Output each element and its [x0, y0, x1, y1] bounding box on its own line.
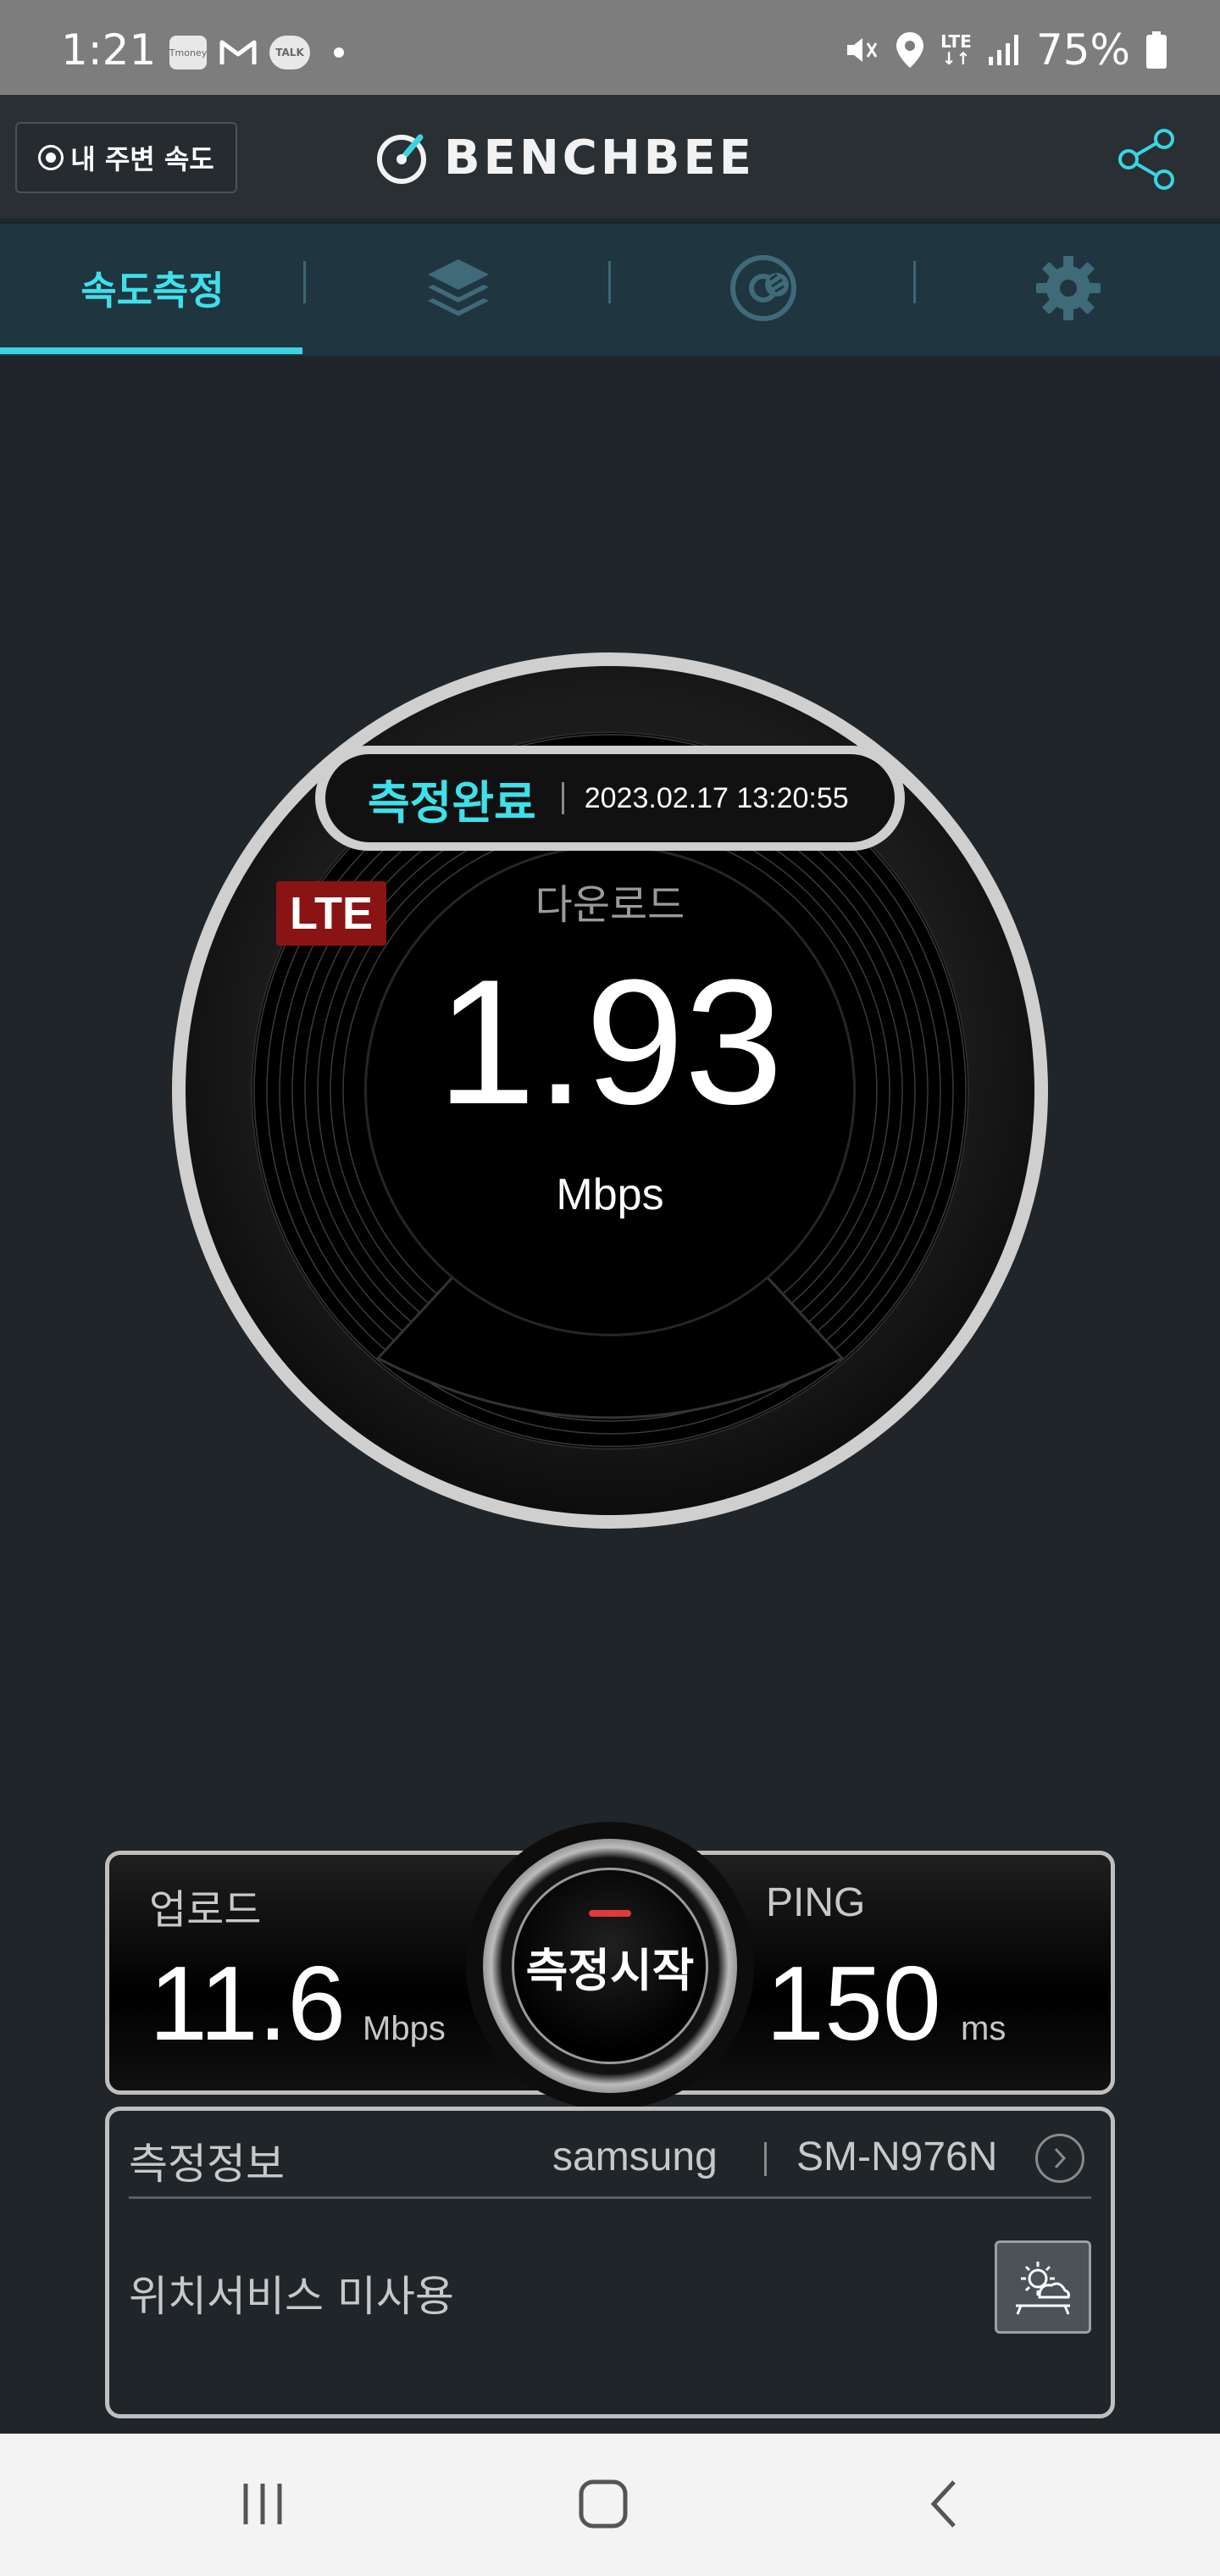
upload-speed-value: 11.6 — [149, 1946, 347, 2062]
download-speed-value: 1.93 — [436, 942, 784, 1141]
recent-apps-icon — [243, 2484, 282, 2524]
signal-icon — [988, 35, 1018, 65]
ping-label: PING — [766, 1880, 866, 1925]
back-button[interactable] — [893, 2457, 995, 2551]
upload-speed-unit: Mbps — [363, 2010, 446, 2047]
measurement-status-pill: 측정완료 2023.02.17 13:20:55 — [325, 754, 895, 842]
gear-icon — [1036, 256, 1101, 320]
tab-history[interactable] — [306, 222, 611, 354]
tmoney-icon: Tmoney — [169, 36, 207, 69]
mute-icon — [847, 38, 878, 62]
download-speed-unit: Mbps — [556, 1170, 664, 1219]
location-icon — [896, 32, 924, 68]
start-test-button[interactable]: 측정시작 — [512, 1868, 708, 2064]
measurement-timestamp: 2023.02.17 13:20:55 — [584, 781, 849, 814]
near-speed-label: 내 주변 속도 — [70, 143, 214, 175]
network-type-badge: LTE — [276, 881, 386, 946]
near-speed-button[interactable]: 내 주변 속도 — [15, 122, 237, 193]
device-manufacturer: samsung — [552, 2135, 718, 2179]
info-title: 측정정보 — [129, 2140, 285, 2189]
tab-settings[interactable] — [916, 222, 1220, 354]
status-system-icons: LTE ↓↑ 75% — [842, 25, 1167, 75]
battery-percent: 75% — [1035, 25, 1130, 75]
measurement-status: 측정완료 — [368, 775, 536, 830]
weather-icon — [1016, 2262, 1070, 2315]
device-model: SM-N976N — [796, 2135, 998, 2179]
ping-unit: ms — [961, 2010, 1006, 2047]
recent-apps-button[interactable] — [212, 2457, 313, 2551]
tab-speed-test-label: 속도측정 — [80, 268, 225, 314]
battery-icon — [1146, 31, 1167, 69]
start-test-label: 측정시작 — [525, 1943, 695, 1997]
gmail-icon — [219, 40, 257, 64]
ping-value: 150 — [766, 1946, 941, 2062]
logo-text: BENCHBEE — [444, 130, 755, 186]
home-button[interactable] — [552, 2457, 654, 2551]
download-label: 다운로드 — [535, 881, 685, 929]
location-service-status: 위치서비스 미사용 — [129, 2272, 454, 2321]
weather-button[interactable] — [995, 2240, 1091, 2334]
status-notification-icons: Tmoney TALK — [169, 34, 344, 71]
share-icon[interactable] — [1115, 127, 1179, 192]
info-divider-vertical — [764, 2142, 767, 2176]
info-detail-button[interactable] — [1035, 2134, 1084, 2183]
pill-divider — [561, 782, 564, 814]
back-icon — [930, 2480, 956, 2528]
tab-active-indicator — [0, 347, 302, 354]
layers-icon — [428, 259, 489, 316]
chevron-right-icon — [1054, 2147, 1067, 2169]
kakaotalk-icon: TALK — [269, 36, 310, 69]
tab-statistics[interactable] — [611, 222, 916, 354]
status-time: 1:21 — [61, 25, 157, 75]
target-icon — [38, 145, 64, 170]
upload-label: 업로드 — [149, 1886, 262, 1934]
more-notifications-dot — [334, 47, 344, 58]
info-divider — [129, 2196, 1091, 2199]
home-icon — [579, 2479, 628, 2529]
disc-chart-icon — [730, 255, 796, 321]
start-status-light — [589, 1910, 631, 1917]
gauge-logo-icon — [377, 134, 426, 184]
tab-speed-test[interactable]: 속도측정 — [0, 222, 305, 354]
lte-indicator: LTE ↓↑ — [940, 31, 972, 69]
benchbee-logo: BENCHBEE — [373, 127, 755, 188]
